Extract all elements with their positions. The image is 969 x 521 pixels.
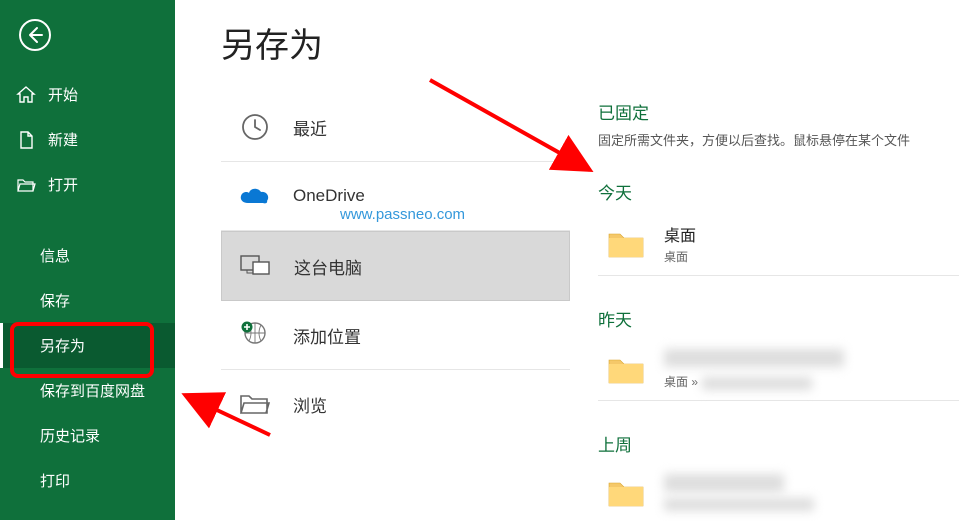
location-label: 浏览 [293, 392, 327, 417]
clock-icon [237, 109, 273, 145]
locations-column: 最近 OneDrive 这台电脑 添加位置 [175, 93, 570, 521]
folder-name: 桌面 [664, 222, 696, 246]
pinned-section-title: 已固定 [598, 99, 959, 124]
sidebar-item-label: 历史记录 [40, 425, 100, 446]
location-browse[interactable]: 浏览 [221, 370, 570, 438]
back-arrow-icon [18, 18, 52, 52]
file-icon [16, 130, 36, 150]
folder-path: 桌面 [664, 248, 696, 265]
onedrive-icon [237, 178, 273, 214]
location-recent[interactable]: 最近 [221, 93, 570, 162]
sidebar-item-save-as[interactable]: 另存为 [0, 323, 175, 368]
group-today: 今天 [598, 179, 959, 204]
sidebar: 开始 新建 打开 信息 保存 另存为 保存到百度网盘 历史记录 打印 [0, 0, 175, 520]
folder-path-blurred [702, 377, 812, 390]
page-title: 另存为 [221, 18, 969, 67]
browse-folder-icon [237, 386, 273, 422]
recent-column: 已固定 固定所需文件夹，方便以后查找。鼠标悬停在某个文件 今天 桌面 桌面 昨天 [570, 93, 969, 521]
sidebar-item-label: 保存到百度网盘 [40, 380, 145, 401]
sidebar-item-home[interactable]: 开始 [0, 72, 175, 117]
sidebar-item-save-baidu[interactable]: 保存到百度网盘 [0, 368, 175, 413]
sidebar-item-label: 保存 [40, 290, 70, 311]
add-place-icon [237, 317, 273, 353]
sidebar-item-open[interactable]: 打开 [0, 162, 175, 207]
sidebar-item-label: 打开 [48, 174, 78, 195]
location-label: OneDrive [293, 186, 365, 206]
folder-text [664, 474, 814, 511]
location-label: 这台电脑 [294, 254, 362, 279]
computer-icon [238, 248, 274, 284]
folder-row[interactable]: 桌面 » [598, 339, 959, 401]
folder-open-icon [16, 175, 36, 195]
folder-text: 桌面 » [664, 349, 844, 390]
location-label: 添加位置 [293, 323, 361, 348]
folder-text: 桌面 桌面 [664, 222, 696, 265]
sidebar-item-print[interactable]: 打印 [0, 458, 175, 503]
sidebar-item-new[interactable]: 新建 [0, 117, 175, 162]
location-label: 最近 [293, 115, 327, 140]
location-onedrive[interactable]: OneDrive [221, 162, 570, 231]
sidebar-item-info[interactable]: 信息 [0, 233, 175, 278]
folder-icon [606, 227, 646, 261]
folder-row[interactable] [598, 464, 959, 521]
sidebar-item-label: 新建 [48, 129, 78, 150]
sidebar-item-label: 打印 [40, 470, 70, 491]
main-content: 另存为 最近 OneDrive 这台电脑 [175, 0, 969, 520]
home-icon [16, 85, 36, 105]
group-yesterday: 昨天 [598, 306, 959, 331]
back-button[interactable] [16, 16, 54, 54]
folder-icon [606, 353, 646, 387]
sidebar-item-save[interactable]: 保存 [0, 278, 175, 323]
location-add-place[interactable]: 添加位置 [221, 301, 570, 370]
folder-path: 桌面 » [664, 373, 698, 390]
folder-row[interactable]: 桌面 桌面 [598, 212, 959, 276]
folder-name-blurred [664, 349, 844, 367]
sidebar-item-label: 开始 [48, 84, 78, 105]
folder-name-blurred [664, 474, 784, 492]
group-last-week: 上周 [598, 431, 959, 456]
title-section: 另存为 [175, 0, 969, 93]
folder-path-blurred [664, 498, 814, 511]
sidebar-item-history[interactable]: 历史记录 [0, 413, 175, 458]
sidebar-item-label: 另存为 [40, 335, 85, 356]
folder-icon [606, 476, 646, 510]
sidebar-item-label: 信息 [40, 245, 70, 266]
location-this-pc[interactable]: 这台电脑 [221, 231, 570, 301]
pinned-section-description: 固定所需文件夹，方便以后查找。鼠标悬停在某个文件 [598, 130, 959, 149]
